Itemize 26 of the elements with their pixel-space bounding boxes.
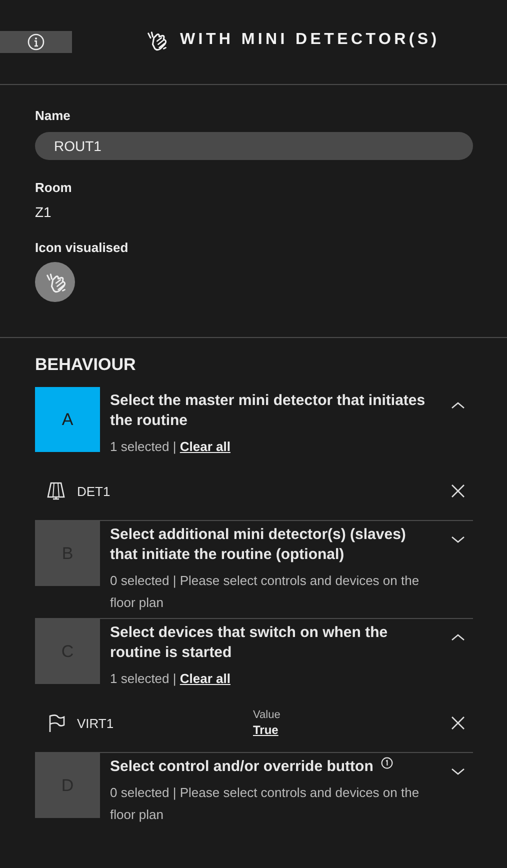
step-title: Select devices that switch on when the routine is started bbox=[110, 624, 388, 661]
info-icon[interactable] bbox=[381, 757, 394, 769]
name-field[interactable]: ROUT1 bbox=[35, 132, 473, 160]
device-name: VIRT1 bbox=[77, 716, 115, 730]
clear-all-link[interactable]: Clear all bbox=[180, 439, 230, 454]
icon-preview[interactable] bbox=[35, 262, 75, 302]
step-title: Select additional mini detector(s) (slaves) that initiate the routine (optional) bbox=[110, 526, 406, 563]
step-letter[interactable]: A bbox=[35, 387, 100, 452]
field-value: Z1 bbox=[35, 204, 52, 220]
step-summary: 0 selected | Please select controls and devices on the floor plan bbox=[110, 785, 420, 822]
step-summary: 1 selected | bbox=[110, 439, 176, 454]
step-summary: 0 selected | Please select controls and devices on the floor plan bbox=[110, 573, 420, 610]
clear-all-link[interactable]: Clear all bbox=[180, 671, 230, 686]
value-label: Value bbox=[253, 708, 282, 723]
field-label: Room bbox=[35, 180, 73, 195]
info-button[interactable] bbox=[0, 31, 72, 53]
field-label: Name bbox=[35, 108, 72, 123]
page-title: WITH MINI DETECTOR(S) bbox=[180, 31, 440, 49]
device-name: DET1 bbox=[77, 484, 112, 498]
info-icon bbox=[27, 33, 45, 51]
step-title: Select control and/or override button bbox=[110, 758, 374, 775]
value-link[interactable]: True bbox=[253, 723, 278, 738]
step-summary: 1 selected | bbox=[110, 671, 176, 686]
field-label: Icon visualised bbox=[35, 240, 130, 255]
step-title: Select the master mini detector that initiates the routine bbox=[110, 392, 426, 429]
section-title: BEHAVIOUR bbox=[35, 355, 137, 375]
